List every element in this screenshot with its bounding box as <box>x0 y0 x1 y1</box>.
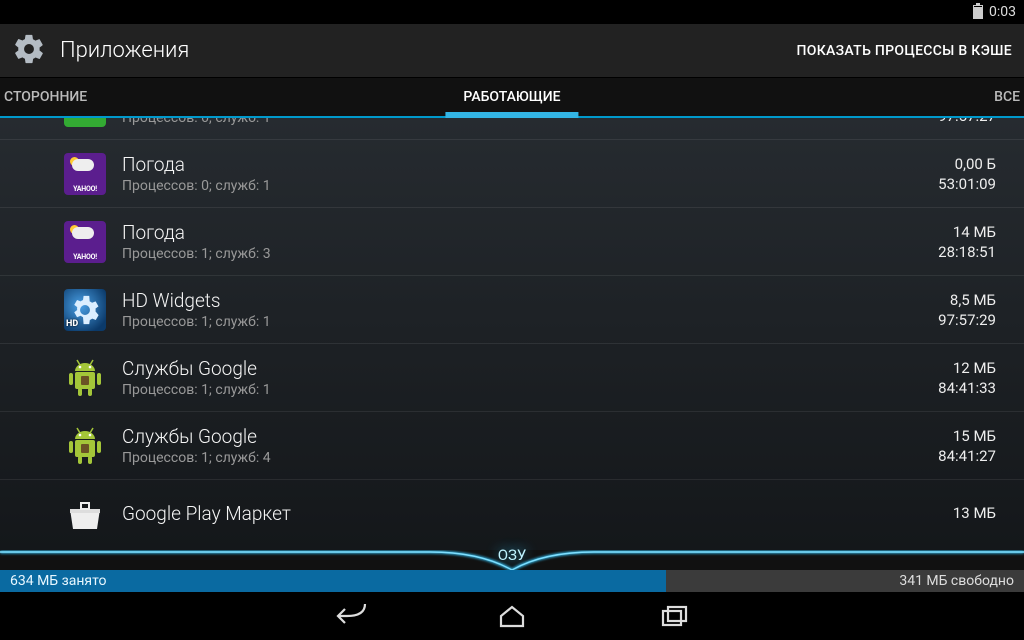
app-uptime: 84:41:33 <box>938 379 996 397</box>
status-bar: 0:03 <box>0 0 1024 24</box>
app-name: Погода <box>122 153 938 176</box>
app-size: 14 МБ <box>953 223 996 241</box>
app-size: 0,00 Б <box>955 155 996 173</box>
app-size: 8,5 МБ <box>950 291 996 309</box>
clock: 0:03 <box>989 4 1016 20</box>
play-market-icon <box>64 493 106 535</box>
hdwidgets-icon: HD <box>64 289 106 331</box>
app-row[interactable]: Яндекс.КартыПроцессов: 0; служб: 10,00 Б… <box>0 118 1024 140</box>
nav-bar <box>0 592 1024 640</box>
android-icon <box>64 357 106 399</box>
app-uptime: 84:41:27 <box>938 447 996 465</box>
app-uptime: 97:57:29 <box>938 311 996 329</box>
ram-used: 634 МБ занято <box>0 570 666 592</box>
app-row[interactable]: HD HD Widgets Процессов: 1; служб: 1 8,5 МБ… <box>0 276 1024 344</box>
app-row[interactable]: YAHOO! Погода Процессов: 0; служб: 1 0,00 Б… <box>0 140 1024 208</box>
app-row[interactable]: Службы Google Процессов: 1; служб: 4 15 МБ… <box>0 412 1024 480</box>
app-name: Google Play Маркет <box>122 502 953 525</box>
app-uptime: 97:57:27 <box>938 118 996 125</box>
settings-icon[interactable] <box>12 32 46 70</box>
app-subtitle: Процессов: 1; служб: 4 <box>122 450 938 466</box>
home-button[interactable] <box>491 595 533 637</box>
app-subtitle: Процессов: 1; служб: 1 <box>122 314 938 330</box>
app-row[interactable]: Службы Google Процессов: 1; служб: 1 12 МБ… <box>0 344 1024 412</box>
ram-used-text: 634 МБ занято <box>10 573 107 589</box>
app-row[interactable]: YAHOO! Погода Процессов: 1; служб: 3 14 МБ 2… <box>0 208 1024 276</box>
show-cached-button[interactable]: ПОКАЗАТЬ ПРОЦЕССЫ В КЭШЕ <box>797 43 1012 59</box>
app-name: Погода <box>122 221 938 244</box>
ram-label: ОЗУ <box>498 546 527 564</box>
tabs: СТОРОННИЕ РАБОТАЮЩИЕ ВСЕ <box>0 78 1024 118</box>
tab-running[interactable]: РАБОТАЮЩИЕ <box>445 78 578 116</box>
yahoo-weather-icon: YAHOO! <box>64 153 106 195</box>
app-name: HD Widgets <box>122 289 938 312</box>
ram-free-text: 341 МБ свободно <box>899 573 1014 589</box>
ram-bar: ОЗУ 634 МБ занято 341 МБ свободно <box>0 550 1024 592</box>
android-icon <box>64 425 106 467</box>
app-uptime: 28:18:51 <box>938 243 996 261</box>
app-name: Службы Google <box>122 425 938 448</box>
action-bar: Приложения ПОКАЗАТЬ ПРОЦЕССЫ В КЭШЕ <box>0 24 1024 78</box>
app-size: 15 МБ <box>953 427 996 445</box>
app-row[interactable]: Google Play Маркет13 МБ <box>0 480 1024 548</box>
app-name: Службы Google <box>122 357 938 380</box>
app-size: 12 МБ <box>953 359 996 377</box>
app-icon <box>64 118 106 127</box>
app-subtitle: Процессов: 0; служб: 1 <box>122 178 938 194</box>
running-apps-list[interactable]: Яндекс.КартыПроцессов: 0; служб: 10,00 Б… <box>0 118 1024 550</box>
recents-button[interactable] <box>653 595 695 637</box>
back-button[interactable] <box>329 595 371 637</box>
ram-free: 341 МБ свободно <box>666 570 1024 592</box>
page-title: Приложения <box>60 38 189 63</box>
app-subtitle: Процессов: 0; служб: 1 <box>122 118 938 126</box>
app-subtitle: Процессов: 1; служб: 1 <box>122 382 938 398</box>
yahoo-weather-icon: YAHOO! <box>64 221 106 263</box>
app-size: 13 МБ <box>953 504 996 522</box>
app-subtitle: Процессов: 1; служб: 3 <box>122 246 938 262</box>
battery-icon <box>973 5 983 19</box>
app-uptime: 53:01:09 <box>938 175 996 193</box>
tab-thirdparty[interactable]: СТОРОННИЕ <box>0 78 105 116</box>
tab-all[interactable]: ВСЕ <box>976 78 1024 116</box>
